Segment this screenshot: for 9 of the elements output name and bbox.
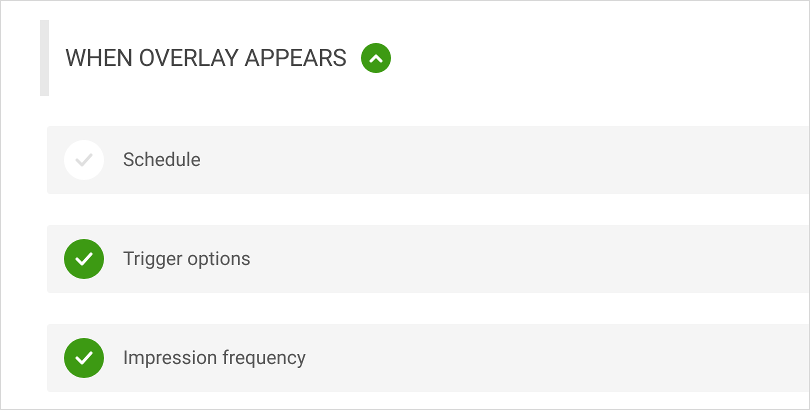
step-row[interactable]: Trigger options bbox=[47, 225, 809, 293]
chevron-up-icon bbox=[369, 53, 384, 63]
step-label: Schedule bbox=[123, 146, 201, 173]
step-label: Impression frequency bbox=[123, 344, 306, 371]
section-title: WHEN OVERLAY APPEARS bbox=[65, 43, 346, 74]
step-row[interactable]: Impression frequency bbox=[47, 324, 809, 392]
collapse-toggle[interactable] bbox=[361, 43, 392, 73]
step-label: Trigger options bbox=[123, 246, 251, 272]
step-row[interactable]: Schedule bbox=[47, 126, 809, 194]
